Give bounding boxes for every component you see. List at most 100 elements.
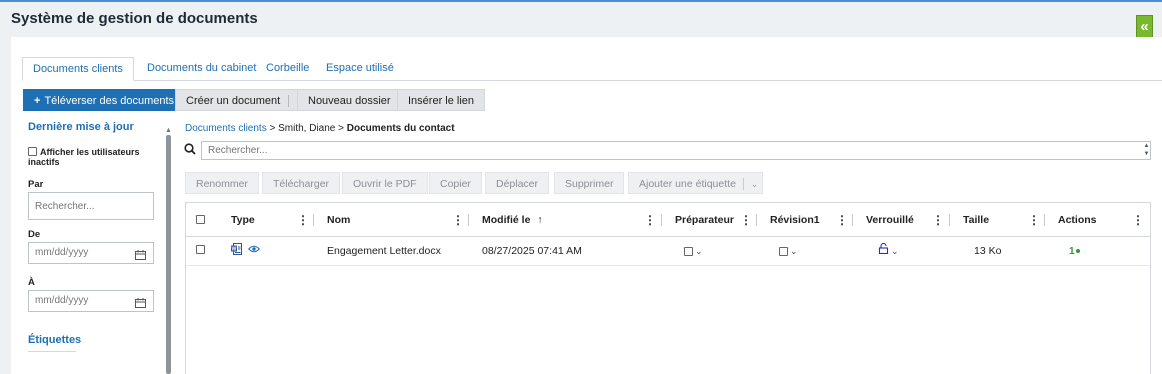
revision-toggle[interactable]: ⌄ bbox=[779, 237, 798, 265]
chevron-down-icon[interactable]: ⌄ bbox=[790, 246, 798, 256]
column-menu-icon[interactable]: ⋮ bbox=[644, 203, 656, 237]
column-menu-icon[interactable]: ⋮ bbox=[1028, 203, 1040, 237]
document-actions[interactable]: 1 bbox=[1069, 237, 1080, 265]
column-menu-icon[interactable]: ⋮ bbox=[1132, 203, 1144, 237]
add-tag-button[interactable]: Ajouter une étiquette ⌄ bbox=[628, 172, 764, 194]
column-separator[interactable] bbox=[1044, 214, 1045, 226]
eye-icon[interactable] bbox=[248, 244, 260, 254]
document-modified: 08/27/2025 07:41 AM bbox=[482, 245, 582, 257]
tab-espace-utilise[interactable]: Espace utilisé bbox=[316, 57, 404, 81]
from-date-field[interactable]: mm/dd/yyyy bbox=[28, 242, 154, 264]
split-divider bbox=[742, 178, 744, 191]
calendar-icon[interactable] bbox=[135, 248, 146, 260]
show-inactive-checkbox[interactable] bbox=[28, 147, 37, 157]
main-panel: Documents clients Documents du cabinet C… bbox=[11, 37, 1162, 374]
last-update-heading: Dernière mise à jour bbox=[28, 121, 134, 133]
column-menu-icon[interactable]: ⋮ bbox=[452, 203, 464, 237]
insert-link-button[interactable]: Insérer le lien bbox=[397, 89, 486, 111]
upload-documents-button[interactable]: + Téléverser des documents bbox=[23, 89, 186, 111]
breadcrumb-current: Documents du contact bbox=[346, 123, 455, 134]
row-divider bbox=[186, 265, 1150, 266]
open-pdf-button[interactable]: Ouvrir le PDF bbox=[342, 172, 428, 194]
search-spinner[interactable]: ▲ ▼ bbox=[1142, 141, 1151, 160]
preparer-checkbox[interactable] bbox=[684, 246, 693, 256]
row-select-checkbox[interactable] bbox=[196, 245, 205, 254]
top-accent-line bbox=[0, 0, 1162, 2]
collapse-panel-button[interactable]: « bbox=[1136, 15, 1153, 38]
documents-table: Type ⋮ Nom ⋮ Modifié le ↑ ⋮ Préparateur … bbox=[185, 202, 1151, 374]
column-separator[interactable] bbox=[661, 214, 662, 226]
chevron-down-icon[interactable]: ⌄ bbox=[695, 246, 703, 256]
document-name[interactable]: Engagement Letter.docx bbox=[327, 237, 441, 265]
column-header-name[interactable]: Nom bbox=[327, 203, 350, 237]
upload-label: Téléverser des documents bbox=[44, 95, 175, 107]
add-tag-label: Ajouter une étiquette bbox=[639, 178, 736, 190]
column-menu-icon[interactable]: ⋮ bbox=[297, 203, 309, 237]
new-folder-button[interactable]: Nouveau dossier bbox=[297, 89, 402, 111]
column-header-revision[interactable]: Révision1 bbox=[770, 203, 820, 237]
tab-documents-clients[interactable]: Documents clients bbox=[22, 57, 134, 81]
tags-heading: Étiquettes bbox=[28, 334, 81, 352]
show-inactive-option[interactable]: Afficher les utilisateurs inactifs bbox=[28, 147, 148, 167]
spin-up-icon[interactable]: ▲ bbox=[1142, 142, 1151, 150]
spin-down-icon[interactable]: ▼ bbox=[1142, 150, 1151, 158]
app-title: Système de gestion de documents bbox=[11, 10, 258, 27]
column-header-preparer[interactable]: Préparateur bbox=[675, 203, 734, 237]
breadcrumb-separator: > bbox=[266, 123, 279, 134]
breadcrumb-root-link[interactable]: Documents clients bbox=[185, 123, 267, 134]
scroll-up-arrow-icon[interactable]: ▲ bbox=[164, 127, 173, 134]
unlocked-icon[interactable] bbox=[878, 237, 889, 265]
column-separator[interactable] bbox=[313, 214, 314, 226]
delete-button[interactable]: Supprimer bbox=[554, 172, 625, 194]
document-search-input[interactable] bbox=[201, 141, 1151, 160]
rename-button[interactable]: Renommer bbox=[185, 172, 259, 194]
column-menu-icon[interactable]: ⋮ bbox=[836, 203, 848, 237]
from-date-placeholder: mm/dd/yyyy bbox=[35, 247, 89, 258]
copy-button[interactable]: Copier bbox=[429, 172, 482, 194]
chevron-down-icon[interactable]: ⌄ bbox=[891, 246, 899, 256]
column-separator[interactable] bbox=[949, 214, 950, 226]
column-separator[interactable] bbox=[852, 214, 853, 226]
column-header-type[interactable]: Type bbox=[231, 203, 255, 237]
select-all-checkbox[interactable] bbox=[196, 215, 205, 224]
tab-documents-cabinet[interactable]: Documents du cabinet bbox=[137, 57, 266, 81]
chevron-down-icon[interactable]: ⌄ bbox=[751, 179, 759, 189]
plus-icon: + bbox=[34, 95, 41, 107]
breadcrumb-separator: > bbox=[335, 123, 347, 134]
create-document-button[interactable]: Créer un document ⌄ bbox=[175, 89, 310, 111]
column-header-locked[interactable]: Verrouillé bbox=[866, 203, 914, 237]
sidebar-scrollbar[interactable]: ▲ bbox=[164, 127, 173, 374]
tab-bar: Documents clients Documents du cabinet C… bbox=[22, 57, 1162, 81]
to-date-placeholder: mm/dd/yyyy bbox=[35, 295, 89, 306]
sort-ascending-icon[interactable]: ↑ bbox=[537, 214, 542, 226]
preparer-toggle[interactable]: ⌄ bbox=[684, 237, 703, 265]
modified-header-label: Modifié le bbox=[482, 214, 531, 226]
download-button[interactable]: Télécharger bbox=[262, 172, 341, 194]
word-doc-icon[interactable]: W bbox=[231, 243, 242, 255]
column-header-modified[interactable]: Modifié le ↑ bbox=[482, 203, 543, 237]
column-menu-icon[interactable]: ⋮ bbox=[932, 203, 944, 237]
actions-count-badge: 1 bbox=[1069, 246, 1075, 257]
status-dot-icon bbox=[1075, 249, 1080, 254]
column-separator[interactable] bbox=[468, 214, 469, 226]
column-header-size[interactable]: Taille bbox=[963, 203, 989, 237]
user-search-input[interactable] bbox=[28, 192, 154, 220]
to-date-field[interactable]: mm/dd/yyyy bbox=[28, 290, 154, 312]
breadcrumb: Documents clients > Smith, Diane > Docum… bbox=[185, 123, 455, 134]
split-divider bbox=[288, 95, 290, 108]
from-label: De bbox=[28, 229, 41, 240]
column-header-actions[interactable]: Actions bbox=[1058, 203, 1097, 237]
to-label: À bbox=[28, 277, 35, 288]
column-separator[interactable] bbox=[756, 214, 757, 226]
tab-corbeille[interactable]: Corbeille bbox=[256, 57, 319, 81]
sidebar-scroll-thumb[interactable] bbox=[166, 135, 171, 374]
show-inactive-label: Afficher les utilisateurs inactifs bbox=[28, 147, 140, 167]
calendar-icon[interactable] bbox=[135, 296, 146, 308]
lock-toggle[interactable]: ⌄ bbox=[878, 237, 899, 265]
column-menu-icon[interactable]: ⋮ bbox=[740, 203, 752, 237]
svg-text:W: W bbox=[232, 247, 237, 253]
breadcrumb-contact[interactable]: Smith, Diane bbox=[278, 123, 335, 134]
revision-checkbox[interactable] bbox=[779, 246, 788, 256]
create-document-label: Créer un document bbox=[186, 95, 281, 107]
move-button[interactable]: Déplacer bbox=[485, 172, 550, 194]
